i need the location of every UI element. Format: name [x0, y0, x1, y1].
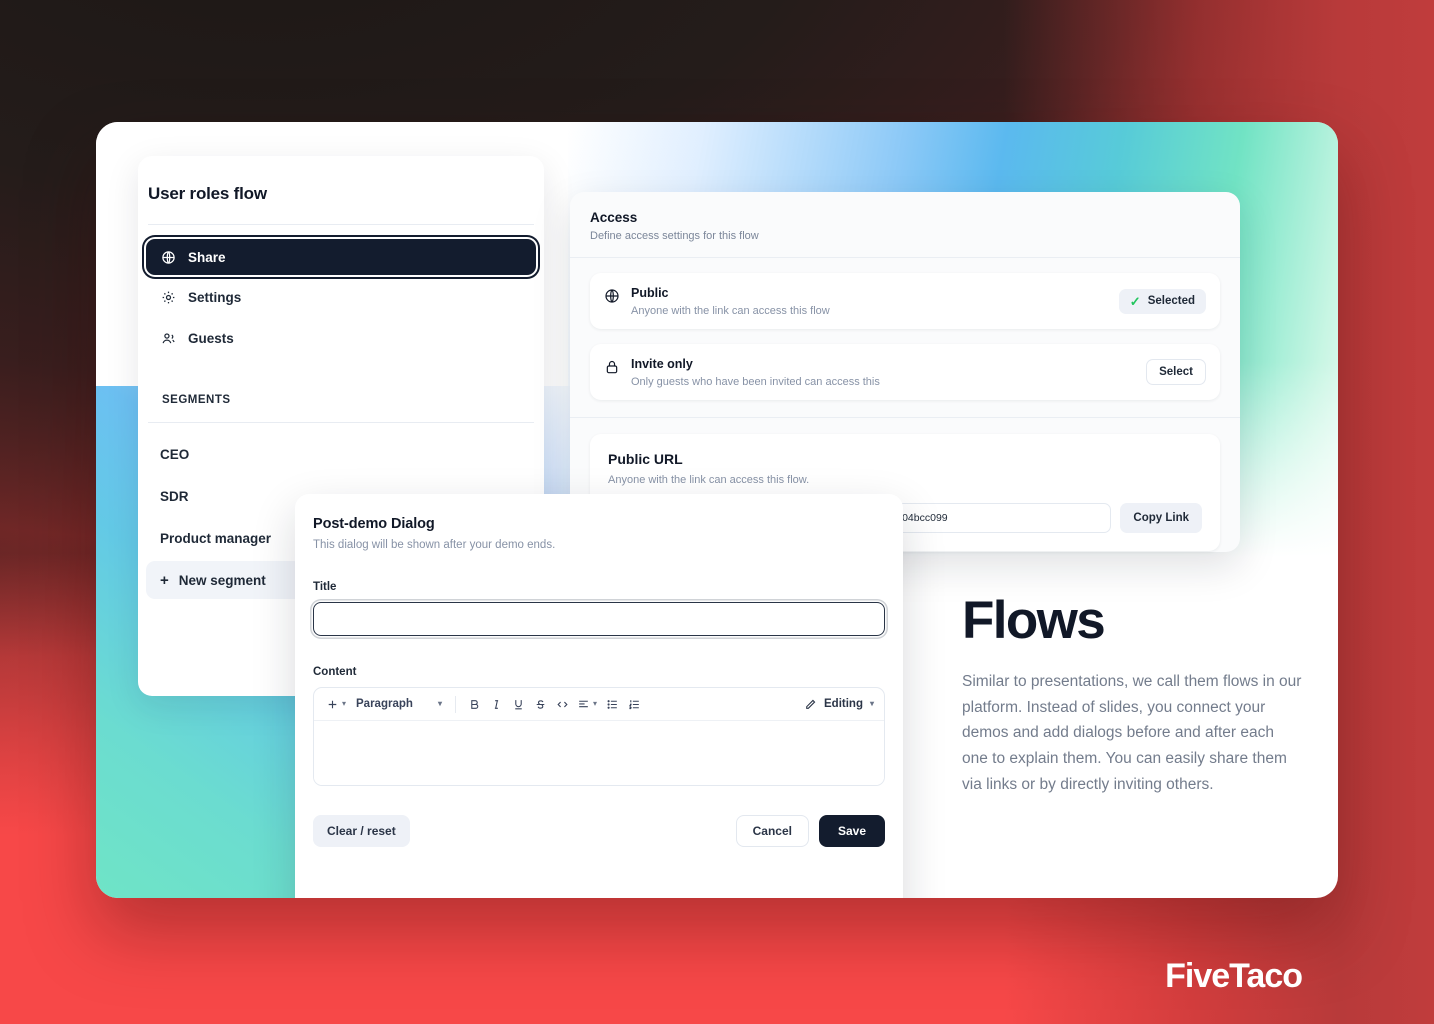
check-icon: ✓ [1129, 293, 1141, 309]
access-divider [570, 257, 1240, 258]
sidebar-item-label: Guests [188, 330, 234, 346]
content-textarea[interactable] [314, 721, 884, 785]
bullet-list-icon [607, 699, 617, 709]
editing-mode-select[interactable]: Editing ▾ [804, 698, 876, 711]
lock-icon [604, 359, 620, 375]
content-field-label: Content [313, 666, 357, 678]
selected-label: Selected [1147, 295, 1195, 307]
toolbar-divider [455, 695, 457, 713]
access-option-description: Only guests who have been invited can ac… [631, 375, 880, 388]
sidebar-item-guests[interactable]: Guests [146, 319, 536, 357]
sidebar-item-label: Settings [188, 289, 242, 305]
underline-button[interactable] [507, 692, 529, 716]
globe-icon [604, 288, 620, 304]
globe-icon [160, 249, 176, 265]
marketing-body: Similar to presentations, we call them f… [962, 673, 1302, 793]
insert-block-button[interactable]: ▾ [322, 692, 350, 716]
brand-logo: FiveTaco [1165, 957, 1303, 995]
block-type-label: Paragraph [356, 698, 413, 710]
bold-button[interactable] [463, 692, 485, 716]
copy-link-button[interactable]: Copy Link [1120, 503, 1202, 533]
dialog-title: Post-demo Dialog [313, 516, 435, 532]
align-button[interactable]: ▾ [573, 692, 601, 716]
segment-label: CEO [160, 446, 190, 462]
post-demo-dialog-panel: Post-demo Dialog This dialog will be sho… [295, 494, 903, 898]
access-option-public-info: Public Anyone with the link can access t… [604, 286, 830, 317]
italic-button[interactable] [485, 692, 507, 716]
marketing-heading: Flows [962, 591, 1106, 650]
access-divider-bottom [570, 417, 1240, 418]
strikethrough-button[interactable] [529, 692, 551, 716]
app-window-card: User roles flow Share Settings Guests SE… [96, 122, 1338, 898]
access-option-name: Public [631, 285, 669, 300]
plus-icon: + [160, 571, 169, 589]
editor-toolbar: ▾ Paragraph ▾ ▾ Editing ▾ [314, 688, 884, 721]
chevron-down-icon: ▾ [593, 699, 598, 708]
page-title: User roles flow [148, 184, 267, 203]
status-badge-selected[interactable]: ✓ Selected [1118, 288, 1206, 314]
access-option-description: Anyone with the link can access this flo… [631, 304, 830, 317]
chevron-down-icon: ▾ [869, 699, 874, 708]
plus-icon [328, 700, 337, 708]
dialog-subtitle: This dialog will be shown after your dem… [313, 539, 556, 551]
numbered-list-icon [628, 699, 639, 709]
access-option-name: Invite only [631, 356, 693, 371]
access-option-invite-info: Invite only Only guests who have been in… [604, 357, 880, 388]
sidebar-item-label: Share [188, 249, 226, 265]
dialog-footer: Clear / reset Cancel Save [313, 815, 885, 847]
access-option-invite-only[interactable]: Invite only Only guests who have been in… [590, 344, 1220, 400]
sidebar-item-settings[interactable]: Settings [146, 278, 536, 316]
gear-icon [160, 289, 176, 305]
segment-label: Product manager [160, 530, 272, 546]
public-url-subtitle: Anyone with the link can access this flo… [608, 474, 810, 486]
dialog-actions: Cancel Save [735, 815, 885, 847]
segments-section-label: SEGMENTS [162, 394, 231, 406]
save-button[interactable]: Save [818, 815, 885, 847]
new-segment-label: New segment [178, 572, 266, 588]
bullet-list-button[interactable] [601, 692, 623, 716]
bold-icon [470, 699, 478, 709]
strikethrough-icon [536, 699, 544, 709]
chevron-down-icon: ▾ [438, 699, 443, 708]
pencil-icon [806, 699, 816, 709]
sidebar-item-share[interactable]: Share [146, 239, 536, 275]
underline-icon [514, 699, 522, 709]
segment-item-ceo[interactable]: CEO [146, 435, 536, 473]
code-icon [556, 701, 568, 707]
access-subtitle: Define access settings for this flow [590, 230, 759, 242]
content-editor: ▾ Paragraph ▾ ▾ Editing ▾ [313, 687, 885, 786]
public-url-title: Public URL [608, 451, 683, 467]
numbered-list-button[interactable] [623, 692, 645, 716]
clear-reset-button[interactable]: Clear / reset [313, 815, 410, 847]
editing-mode-label: Editing [824, 698, 863, 710]
select-invite-only-button[interactable]: Select [1146, 359, 1206, 385]
access-option-public[interactable]: Public Anyone with the link can access t… [590, 273, 1220, 329]
cancel-button[interactable]: Cancel [735, 815, 809, 847]
chevron-down-icon: ▾ [342, 699, 347, 708]
italic-icon [494, 699, 498, 709]
title-input[interactable] [313, 602, 885, 636]
users-icon [160, 330, 176, 346]
title-field-label: Title [313, 581, 337, 593]
align-left-icon [579, 700, 588, 707]
code-button[interactable] [551, 692, 573, 716]
access-title: Access [590, 210, 638, 225]
block-type-select[interactable]: Paragraph ▾ [350, 692, 448, 716]
screenshot-stage: User roles flow Share Settings Guests SE… [0, 0, 1434, 1024]
segment-label: SDR [160, 488, 189, 504]
marketing-copy: Flows Similar to presentations, we call … [962, 594, 1302, 798]
sidebar-nav: Share Settings Guests [138, 225, 544, 357]
